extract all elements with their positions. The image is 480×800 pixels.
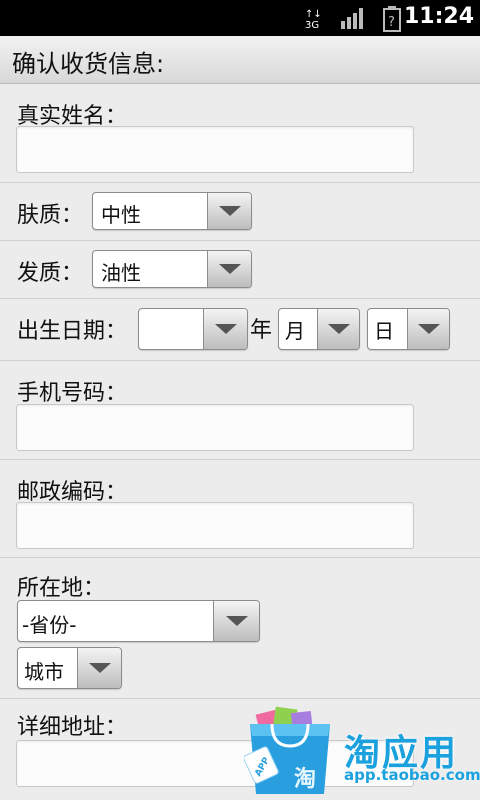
province-dropdown-button[interactable] bbox=[213, 601, 259, 641]
birth-day-select[interactable]: 日 bbox=[367, 308, 450, 350]
postcode-input[interactable] bbox=[16, 502, 414, 549]
chevron-down-icon bbox=[218, 264, 241, 274]
svg-text:?: ? bbox=[388, 15, 395, 30]
phone-row: 手机号码： bbox=[0, 361, 480, 460]
page-header: 确认收货信息: bbox=[0, 36, 480, 84]
real-name-input[interactable] bbox=[16, 126, 414, 173]
chevron-down-icon bbox=[327, 324, 350, 334]
province-selected-value: -省份- bbox=[22, 613, 77, 637]
ad-url: app.taobao.com bbox=[344, 766, 480, 784]
address-label: 详细地址： bbox=[17, 715, 128, 740]
phone-label: 手机号码： bbox=[17, 381, 128, 406]
clock: 11:24 bbox=[403, 4, 474, 29]
location-row: 所在地： -省份- 城市 bbox=[0, 558, 480, 699]
birth-day-selected-value: 日 bbox=[374, 319, 394, 343]
data-arrows-icon: ↑↓ 3G bbox=[305, 9, 322, 30]
location-label: 所在地： bbox=[17, 576, 106, 601]
chevron-down-icon bbox=[225, 616, 248, 626]
skin-label: 肤质： bbox=[17, 203, 84, 228]
svg-text:3G: 3G bbox=[305, 20, 319, 30]
skin-row: 肤质： 中性 bbox=[0, 183, 480, 241]
skin-dropdown-button[interactable] bbox=[207, 193, 251, 229]
hair-label: 发质： bbox=[17, 261, 84, 286]
birthday-row: 出生日期： 年 月 日 bbox=[0, 299, 480, 361]
svg-text:↑↓: ↑↓ bbox=[305, 9, 322, 20]
year-suffix-label: 年 bbox=[250, 318, 273, 343]
birth-year-dropdown-button[interactable] bbox=[203, 309, 247, 349]
postcode-row: 邮政编码： bbox=[0, 460, 480, 558]
chevron-down-icon bbox=[88, 663, 111, 673]
taobao-app-ad[interactable]: APP 淘 淘应用 app.taobao.com bbox=[244, 700, 480, 800]
birth-month-selected-value: 月 bbox=[285, 319, 305, 343]
birth-month-select[interactable]: 月 bbox=[278, 308, 360, 350]
hair-select[interactable]: 油性 bbox=[92, 250, 252, 288]
phone-input[interactable] bbox=[16, 404, 414, 451]
skin-selected-value: 中性 bbox=[101, 203, 141, 227]
birth-year-select[interactable] bbox=[138, 308, 248, 350]
hair-row: 发质： 油性 bbox=[0, 241, 480, 299]
city-selected-value: 城市 bbox=[24, 660, 64, 684]
shopping-bag-icon: APP 淘 bbox=[244, 706, 330, 794]
chevron-down-icon bbox=[417, 324, 440, 334]
city-dropdown-button[interactable] bbox=[77, 648, 121, 688]
page-title: 确认收货信息: bbox=[12, 50, 165, 78]
birth-month-dropdown-button[interactable] bbox=[317, 309, 359, 349]
birth-day-dropdown-button[interactable] bbox=[407, 309, 449, 349]
hair-dropdown-button[interactable] bbox=[207, 251, 251, 287]
real-name-row: 真实姓名： bbox=[0, 84, 480, 183]
birthday-label: 出生日期： bbox=[17, 319, 128, 344]
chevron-down-icon bbox=[214, 324, 237, 334]
city-select[interactable]: 城市 bbox=[17, 647, 122, 689]
signal-bars-icon bbox=[341, 8, 363, 29]
status-bar: ↑↓ 3G ? 11:24 bbox=[0, 0, 480, 36]
chevron-down-icon bbox=[218, 206, 241, 216]
hair-selected-value: 油性 bbox=[101, 261, 141, 285]
bag-char: 淘 bbox=[294, 766, 316, 792]
province-select[interactable]: -省份- bbox=[17, 600, 260, 642]
skin-select[interactable]: 中性 bbox=[92, 192, 252, 230]
battery-unknown-icon: ? bbox=[383, 6, 401, 32]
